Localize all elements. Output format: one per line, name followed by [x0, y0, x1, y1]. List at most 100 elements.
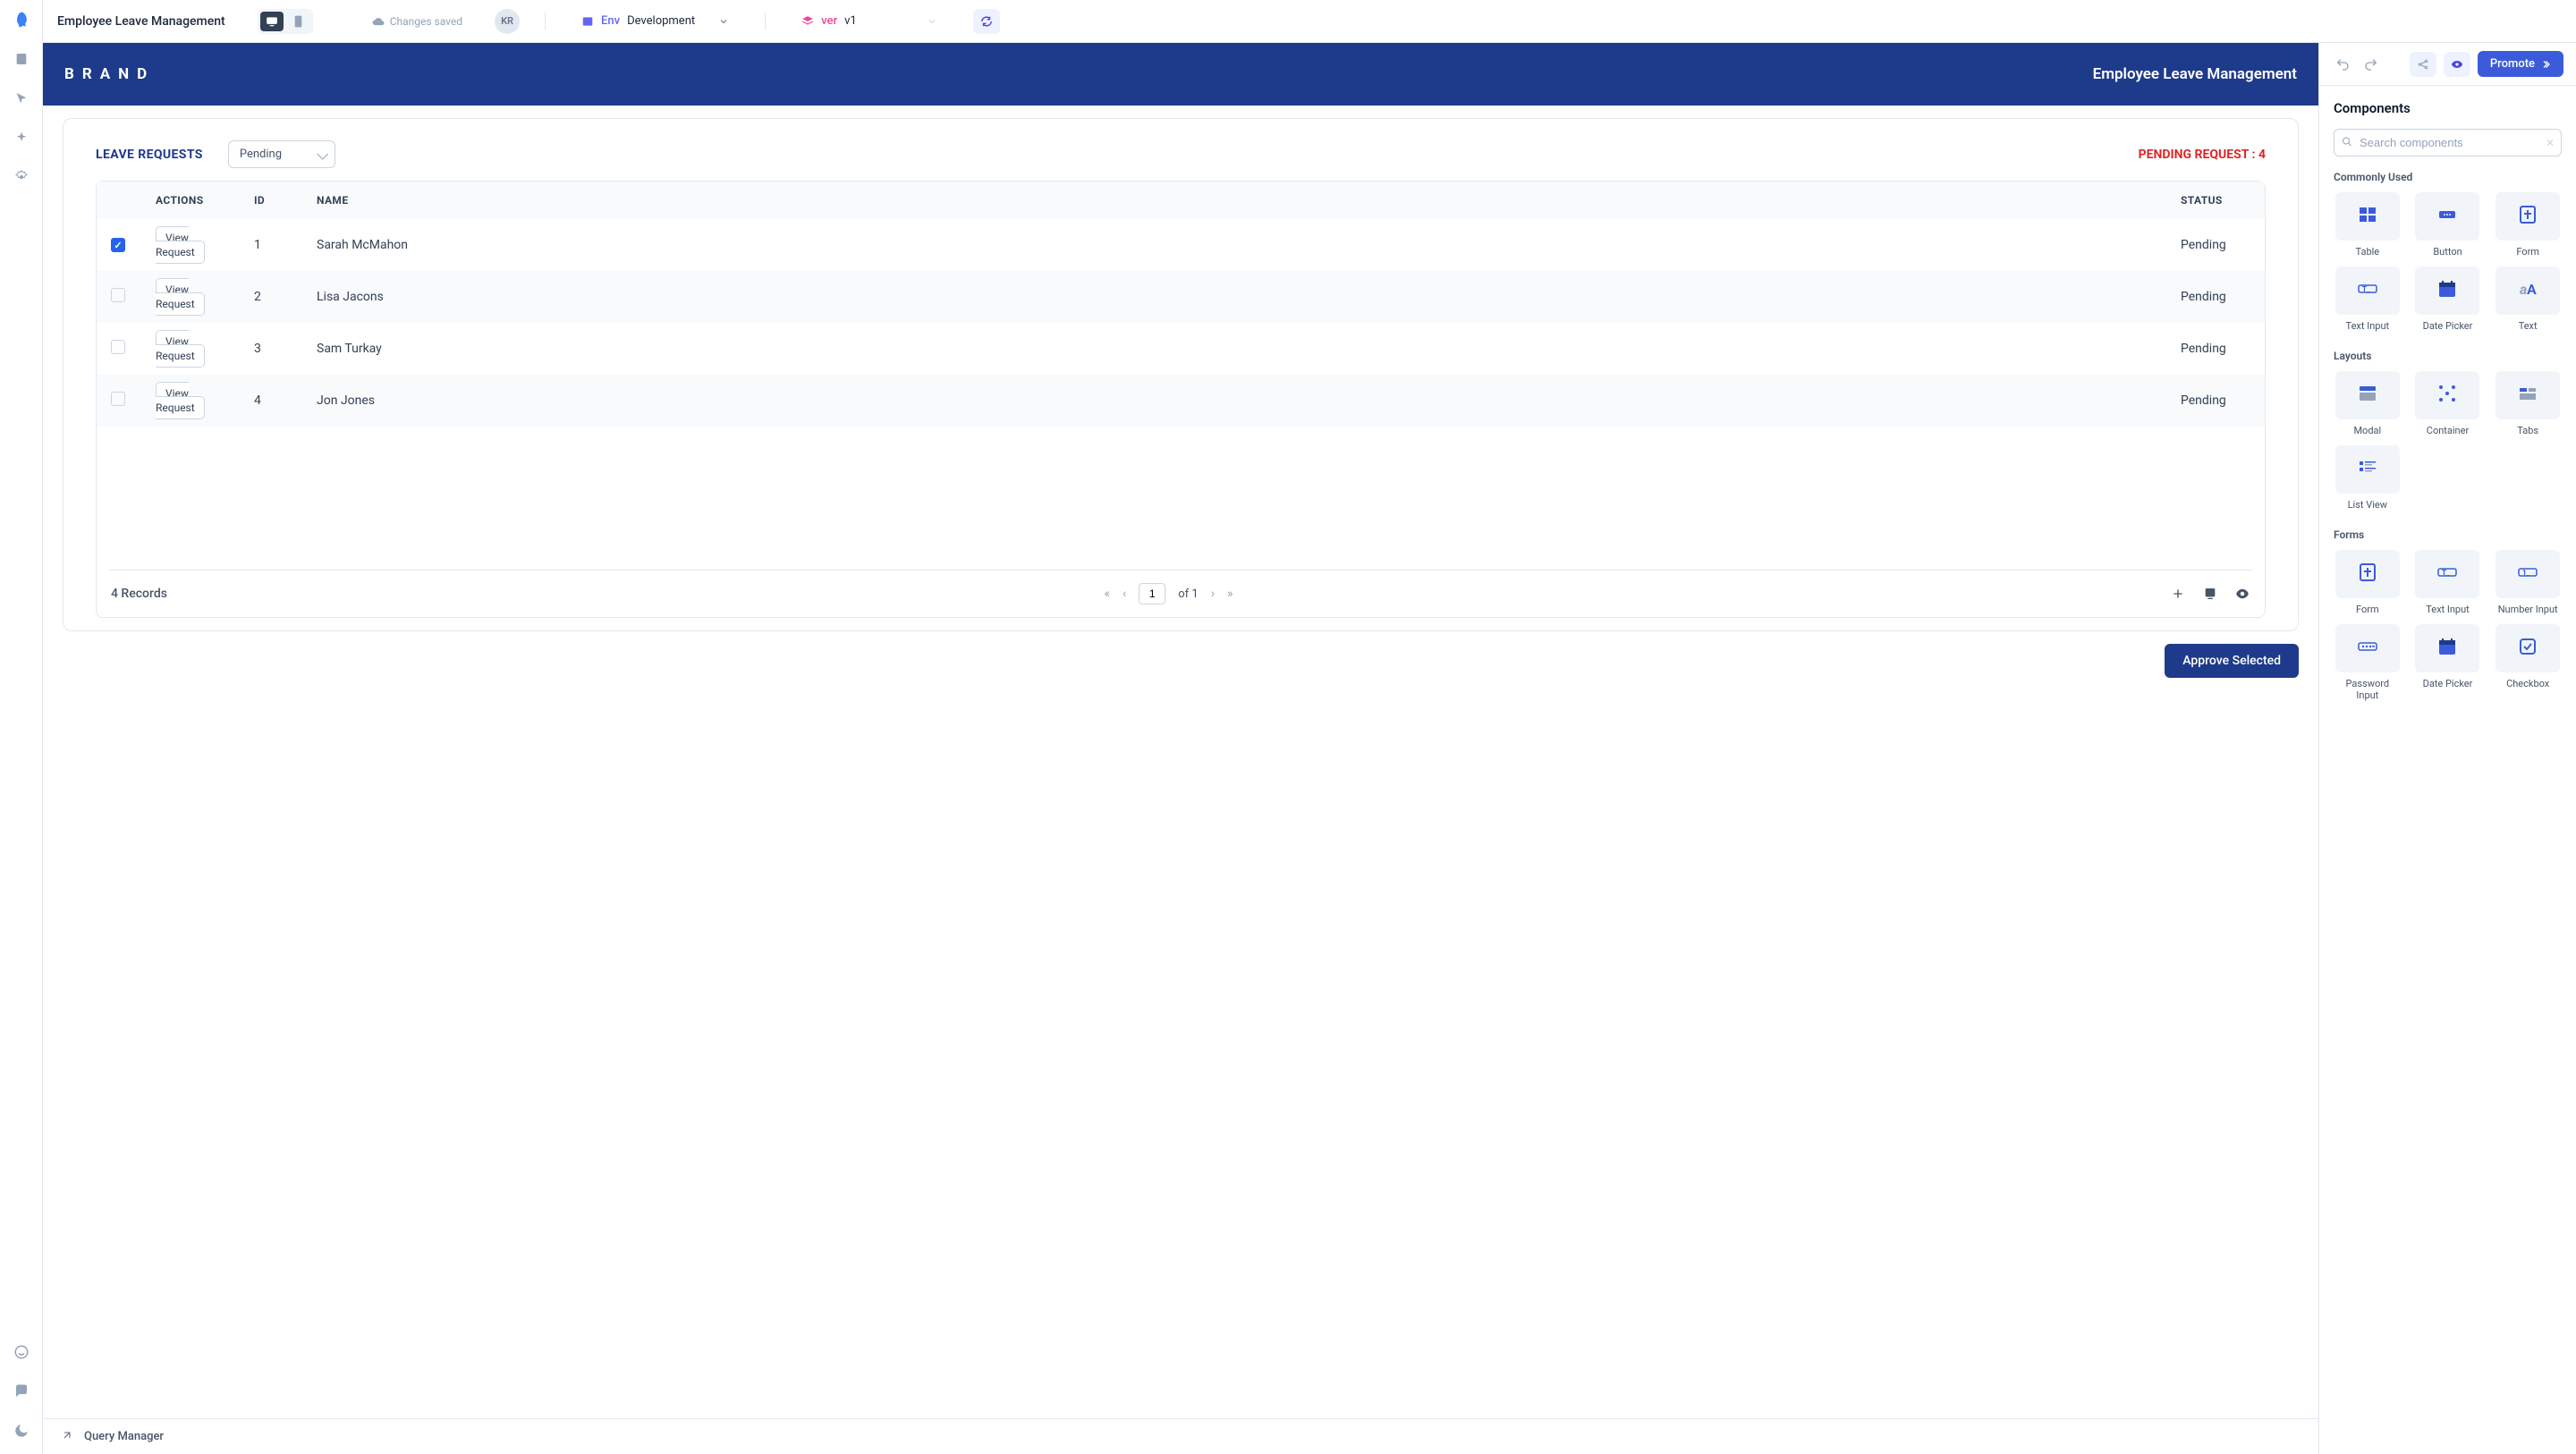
record-count: 4 Records — [111, 587, 167, 601]
desktop-icon[interactable] — [260, 12, 284, 31]
preview-button[interactable] — [2444, 52, 2470, 77]
canvas: BRAND Employee Leave Management LEAVE RE… — [43, 43, 2318, 1418]
gear-icon[interactable] — [13, 168, 30, 186]
row-name: Sarah McMahon — [302, 219, 2166, 271]
row-status: Pending — [2166, 375, 2265, 427]
app-title: Employee Leave Management — [57, 14, 225, 29]
svg-text:A: A — [2527, 281, 2537, 298]
component-table[interactable]: Table — [2334, 192, 2402, 258]
col-id: ID — [240, 182, 302, 219]
component-date-picker[interactable]: Date Picker — [2414, 624, 2482, 701]
brand-bar: BRAND Employee Leave Management — [43, 43, 2318, 106]
search-icon — [2342, 136, 2352, 149]
svg-text:1_: 1_ — [2522, 569, 2530, 577]
row-name: Lisa Jacons — [302, 271, 2166, 323]
sparkle-icon[interactable] — [13, 129, 30, 147]
version-selector[interactable]: ver v1 — [791, 14, 948, 28]
component-number-input[interactable]: 1_Number Input — [2494, 550, 2562, 615]
env-selector[interactable]: Env Development — [571, 14, 740, 28]
component-form[interactable]: Form — [2494, 192, 2562, 258]
component-date-picker[interactable]: Date Picker — [2414, 266, 2482, 332]
row-checkbox[interactable] — [111, 238, 125, 252]
approve-selected-button[interactable]: Approve Selected — [2165, 644, 2299, 678]
svg-text:T_: T_ — [2442, 569, 2450, 577]
moon-icon[interactable] — [13, 1422, 30, 1440]
left-rail — [0, 0, 43, 1454]
col-actions: ACTIONS — [141, 182, 240, 219]
add-row-icon[interactable] — [2170, 586, 2186, 602]
download-icon[interactable] — [2202, 586, 2218, 602]
table-row: View Request 1 Sarah McMahon Pending — [97, 219, 2265, 271]
component-form[interactable]: Form — [2334, 550, 2402, 615]
component-text[interactable]: aAText — [2494, 266, 2562, 332]
row-checkbox[interactable] — [111, 392, 125, 406]
env-icon — [581, 15, 594, 28]
expand-icon — [61, 1429, 73, 1445]
components-title: Components — [2334, 100, 2562, 116]
brand-title: Employee Leave Management — [2093, 65, 2297, 83]
component-container[interactable]: Container — [2414, 371, 2482, 436]
share-button[interactable] — [2410, 52, 2436, 77]
view-request-button[interactable]: View Request — [156, 278, 205, 316]
table-row: View Request 4 Jon Jones Pending — [97, 375, 2265, 427]
row-id: 3 — [240, 323, 302, 375]
component-text-input[interactable]: T_Text Input — [2334, 266, 2402, 332]
row-id: 4 — [240, 375, 302, 427]
undo-button[interactable] — [2332, 54, 2353, 75]
component-text-input[interactable]: T_Text Input — [2414, 550, 2482, 615]
clear-icon[interactable]: ✕ — [2546, 137, 2555, 149]
view-request-button[interactable]: View Request — [156, 226, 205, 264]
table: ACTIONS ID NAME STATUS View Request 1 Sa… — [96, 181, 2266, 618]
page-prev[interactable]: ‹ — [1123, 587, 1126, 601]
promote-button[interactable]: Promote — [2478, 51, 2563, 77]
component-modal[interactable]: Modal — [2334, 371, 2402, 436]
chevron-right-icon — [2540, 59, 2551, 70]
section-forms: Forms — [2334, 528, 2562, 541]
redo-button[interactable] — [2360, 54, 2382, 75]
col-status: STATUS — [2166, 182, 2265, 219]
component-list-view[interactable]: List View — [2334, 445, 2402, 511]
chevron-down-icon — [927, 16, 937, 27]
component-password-input[interactable]: Password Input — [2334, 624, 2402, 701]
row-name: Sam Turkay — [302, 323, 2166, 375]
query-manager-bar[interactable]: Query Manager — [43, 1418, 2318, 1454]
search-input[interactable] — [2334, 129, 2562, 156]
page-last[interactable]: » — [1227, 587, 1233, 601]
row-id: 1 — [240, 219, 302, 271]
row-name: Jon Jones — [302, 375, 2166, 427]
page-next[interactable]: › — [1211, 587, 1215, 601]
view-request-button[interactable]: View Request — [156, 330, 205, 368]
row-id: 2 — [240, 271, 302, 323]
table-row: View Request 2 Lisa Jacons Pending — [97, 271, 2265, 323]
mobile-icon[interactable] — [287, 12, 310, 31]
svg-text:T_: T_ — [2362, 285, 2370, 293]
refresh-button[interactable] — [973, 9, 1000, 34]
component-tabs[interactable]: Tabs — [2494, 371, 2562, 436]
rocket-icon[interactable] — [13, 11, 30, 29]
support-icon[interactable] — [13, 1343, 30, 1361]
section-commonly-used: Commonly Used — [2334, 171, 2562, 183]
pages-icon[interactable] — [13, 50, 30, 68]
page-of: of 1 — [1178, 588, 1198, 601]
view-request-button[interactable]: View Request — [156, 382, 205, 419]
col-name: NAME — [302, 182, 2166, 219]
component-button[interactable]: Button — [2414, 192, 2482, 258]
row-status: Pending — [2166, 219, 2265, 271]
row-status: Pending — [2166, 323, 2265, 375]
component-checkbox[interactable]: Checkbox — [2494, 624, 2562, 701]
brand-logo: BRAND — [64, 65, 155, 83]
row-checkbox[interactable] — [111, 340, 125, 354]
table-row: View Request 3 Sam Turkay Pending — [97, 323, 2265, 375]
save-status: Changes saved — [372, 15, 462, 28]
chat-icon[interactable] — [13, 1382, 30, 1400]
visibility-icon[interactable] — [2234, 586, 2250, 602]
pending-count: PENDING REQUEST : 4 — [2139, 148, 2266, 162]
avatar[interactable]: KR — [495, 9, 520, 34]
status-filter-select[interactable]: Pending — [228, 140, 335, 168]
page-first[interactable]: « — [1104, 587, 1110, 601]
section-layouts: Layouts — [2334, 350, 2562, 362]
cursor-icon[interactable] — [13, 89, 30, 107]
page-input[interactable] — [1139, 583, 1165, 604]
row-checkbox[interactable] — [111, 288, 125, 302]
row-status: Pending — [2166, 271, 2265, 323]
